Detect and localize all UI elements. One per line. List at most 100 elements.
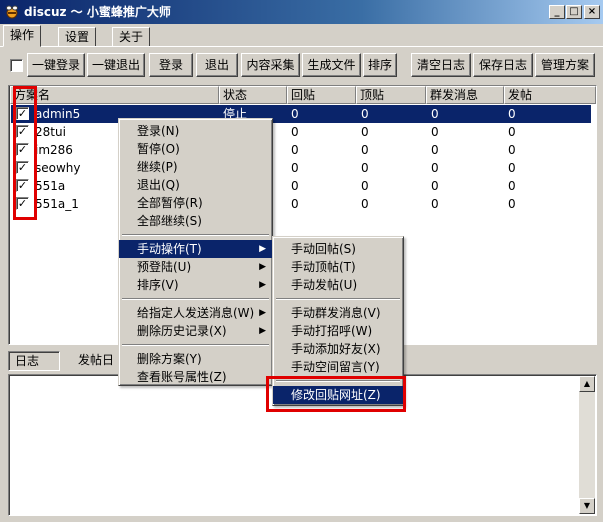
menu-item-pause-all[interactable]: 全部暂停(R) (119, 194, 272, 212)
cell-name: 28tui (35, 125, 66, 139)
log-tab[interactable]: 日志 (8, 351, 60, 371)
context-menu[interactable]: 登录(N) 暂停(O) 继续(P) 退出(Q) 全部暂停(R) 全部继续(S) … (118, 118, 273, 386)
maximize-button[interactable]: □ (566, 5, 582, 19)
submenu-item-space-comment[interactable]: 手动空间留言(Y) (273, 358, 403, 376)
cell-bump: 0 (361, 179, 369, 193)
menu-item-pause[interactable]: 暂停(O) (119, 140, 272, 158)
table-row[interactable]: ✓ seowhy 0 0 0 0 (11, 159, 591, 177)
login-button[interactable]: 登录 (149, 53, 193, 77)
table-row[interactable]: ✓ 28tui 0 0 0 0 (11, 123, 591, 141)
title-bar[interactable]: discuz ～ 小蜜蜂推广大师 _ □ × (0, 0, 603, 24)
menu-item-manual-ops[interactable]: 手动操作(T) ▶ (119, 240, 272, 258)
cell-reply: 0 (291, 143, 299, 157)
submenu-arrow-icon: ▶ (259, 308, 266, 318)
tab-about[interactable]: 关于 (112, 27, 151, 47)
submenu-item-manual-bump[interactable]: 手动顶帖(T) (273, 258, 403, 276)
collect-content-button[interactable]: 内容采集 (241, 53, 300, 77)
menu-item-sort-label: 排序(V) (137, 278, 179, 292)
column-header-reply[interactable]: 回贴 (287, 86, 356, 104)
menu-item-send-message-label: 给指定人发送消息(W) (137, 306, 255, 320)
column-header-bump[interactable]: 顶贴 (356, 86, 426, 104)
table-row[interactable]: ✓ 551a_1 0 0 0 0 (11, 195, 591, 213)
menu-item-sort[interactable]: 排序(V) ▶ (119, 276, 272, 294)
menu-item-send-message[interactable]: 给指定人发送消息(W) ▶ (119, 304, 272, 322)
generate-file-button[interactable]: 生成文件 (302, 53, 361, 77)
submenu-arrow-icon: ▶ (259, 326, 266, 336)
cell-post: 0 (508, 161, 516, 175)
submenu-highlight-annotation (266, 376, 406, 412)
scroll-down-icon[interactable]: ▼ (579, 498, 595, 514)
tab-operations[interactable]: 操作 (3, 25, 42, 47)
cell-name: seowhy (35, 161, 81, 175)
submenu-item-manual-reply[interactable]: 手动回帖(S) (273, 240, 403, 258)
cell-bump: 0 (361, 143, 369, 157)
table-row[interactable]: ✓ 551a 0 0 0 0 (11, 177, 591, 195)
column-header-status[interactable]: 状态 (219, 86, 287, 104)
cell-name: 551a_1 (35, 197, 79, 211)
cell-name: im286 (35, 143, 73, 157)
one-click-logout-button[interactable]: 一键退出 (87, 53, 145, 77)
submenu-item-manual-post[interactable]: 手动发帖(U) (273, 276, 403, 294)
select-all-checkbox[interactable] (10, 59, 23, 72)
menu-item-delete-history-label: 删除历史记录(X) (137, 324, 227, 338)
menu-item-login[interactable]: 登录(N) (119, 122, 272, 140)
cell-post: 0 (508, 179, 516, 193)
window-title: discuz ～ 小蜜蜂推广大师 (24, 5, 171, 19)
save-log-button[interactable]: 保存日志 (473, 53, 533, 77)
manage-schemes-button[interactable]: 管理方案 (535, 53, 595, 77)
menu-item-pre-login-label: 预登陆(U) (137, 260, 192, 274)
cell-bump: 0 (361, 197, 369, 211)
cell-reply: 0 (291, 125, 299, 139)
tab-divider (0, 46, 603, 47)
cell-name: 551a (35, 179, 66, 193)
menu-item-logout[interactable]: 退出(Q) (119, 176, 272, 194)
cell-post: 0 (508, 107, 516, 121)
tab-settings[interactable]: 设置 (58, 27, 97, 47)
close-button[interactable]: × (584, 5, 600, 19)
submenu-item-add-friend[interactable]: 手动添加好友(X) (273, 340, 403, 358)
bee-app-icon (6, 5, 18, 19)
cell-mass: 0 (431, 125, 439, 139)
cell-post: 0 (508, 197, 516, 211)
table-row[interactable]: ✓ im286 0 0 0 0 (11, 141, 591, 159)
cell-mass: 0 (431, 143, 439, 157)
cell-reply: 0 (291, 179, 299, 193)
menu-item-pre-login[interactable]: 预登陆(U) ▶ (119, 258, 272, 276)
logout-button[interactable]: 退出 (196, 53, 238, 77)
cell-mass: 0 (431, 179, 439, 193)
menu-item-continue[interactable]: 继续(P) (119, 158, 272, 176)
menu-separator (122, 234, 269, 236)
table-row[interactable]: ✓ admin5 停止 0 0 0 0 (11, 105, 591, 123)
cell-bump: 0 (361, 125, 369, 139)
menu-item-delete-history[interactable]: 删除历史记录(X) ▶ (119, 322, 272, 340)
submenu-arrow-icon: ▶ (259, 262, 266, 272)
menu-separator (122, 298, 269, 300)
log-scrollbar[interactable]: ▲ ▼ (579, 376, 595, 514)
cell-reply: 0 (291, 161, 299, 175)
menu-item-delete-scheme[interactable]: 删除方案(Y) (119, 350, 272, 368)
one-click-login-button[interactable]: 一键登录 (27, 53, 85, 77)
minimize-button[interactable]: _ (549, 5, 565, 19)
submenu-arrow-icon: ▶ (259, 280, 266, 290)
menu-separator (122, 344, 269, 346)
column-header-name[interactable]: 方案名 (10, 86, 219, 104)
column-header-mass-message[interactable]: 群发消息 (426, 86, 504, 104)
submenu-item-mass-message[interactable]: 手动群发消息(V) (273, 304, 403, 322)
scroll-up-icon[interactable]: ▲ (579, 376, 595, 392)
cell-post: 0 (508, 125, 516, 139)
cell-bump: 0 (361, 161, 369, 175)
cell-name: admin5 (35, 107, 81, 121)
menu-item-continue-all[interactable]: 全部继续(S) (119, 212, 272, 230)
cell-mass: 0 (431, 197, 439, 211)
cell-mass: 0 (431, 107, 439, 121)
menu-separator (276, 298, 400, 300)
submenu-item-greet[interactable]: 手动打招呼(W) (273, 322, 403, 340)
cell-bump: 0 (361, 107, 369, 121)
cell-reply: 0 (291, 107, 299, 121)
column-header-post[interactable]: 发帖 (504, 86, 596, 104)
sort-button[interactable]: 排序 (363, 53, 397, 77)
clear-log-button[interactable]: 清空日志 (411, 53, 471, 77)
post-log-tab[interactable]: 发帖日 (72, 351, 124, 371)
cell-post: 0 (508, 143, 516, 157)
menu-item-view-account[interactable]: 查看账号属性(Z) (119, 368, 272, 386)
